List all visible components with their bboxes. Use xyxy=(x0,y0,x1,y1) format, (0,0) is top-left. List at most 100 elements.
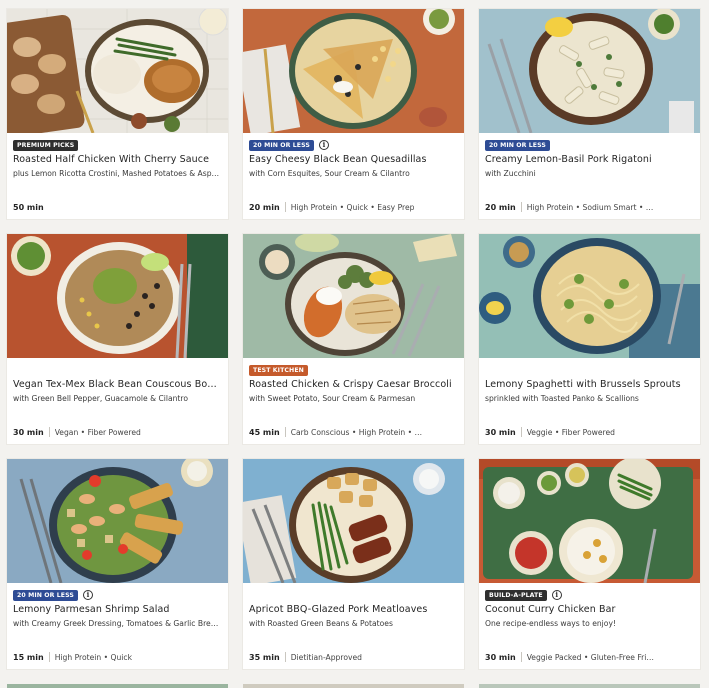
recipe-info[interactable]: BUILD-A-PLATE i Coconut Curry Chicken Ba… xyxy=(479,583,700,669)
recipe-meta: 30 min Veggie • Fiber Powered xyxy=(485,427,694,437)
recipe-badge: TEST KITCHEN xyxy=(249,364,308,376)
cook-time: 30 min xyxy=(13,427,44,437)
cook-time: 35 min xyxy=(249,652,280,662)
recipe-card[interactable]: TEST KITCHEN Roasted Chicken & Crispy Ca… xyxy=(243,234,464,444)
recipe-subtitle: One recipe-endless ways to enjoy! xyxy=(485,619,616,628)
recipe-photo[interactable] xyxy=(7,459,228,583)
recipe-card-partial[interactable] xyxy=(243,684,464,688)
meta-divider xyxy=(520,427,522,437)
meta-divider xyxy=(520,652,522,662)
recipe-tags: High Protein • Quick • Easy Prep xyxy=(290,202,415,212)
recipe-card[interactable]: BUILD-A-PLATE i Coconut Curry Chicken Ba… xyxy=(479,459,700,669)
cook-time: 20 min xyxy=(249,202,280,212)
recipe-subtitle: with Sweet Potato, Sour Cream & Parmesan xyxy=(249,394,416,403)
meta-divider xyxy=(284,202,286,212)
badge-row: BUILD-A-PLATE i xyxy=(485,589,694,601)
recipe-subtitle: with Zucchini xyxy=(485,169,536,178)
recipe-title[interactable]: Lemony Spaghetti with Brussels Sprouts xyxy=(485,379,694,390)
recipe-grid: PREMIUM PICKS Roasted Half Chicken With … xyxy=(0,0,709,688)
recipe-card[interactable]: 20 MIN OR LESS i Easy Cheesy Black Bean … xyxy=(243,9,464,219)
recipe-subtitle: with Green Bell Pepper, Guacamole & Cila… xyxy=(13,394,189,403)
cook-time: 45 min xyxy=(249,427,280,437)
cook-time: 30 min xyxy=(485,427,516,437)
recipe-info[interactable]: PREMIUM PICKS Roasted Half Chicken With … xyxy=(7,133,228,219)
recipe-card[interactable]: Apricot BBQ-Glazed Pork Meatloaves with … xyxy=(243,459,464,669)
badge-row xyxy=(485,364,694,376)
recipe-badge: 20 MIN OR LESS xyxy=(13,589,78,601)
badge-row: TEST KITCHEN xyxy=(249,364,458,376)
recipe-badge: 20 MIN OR LESS xyxy=(485,139,550,151)
recipe-info[interactable]: TEST KITCHEN Roasted Chicken & Crispy Ca… xyxy=(243,358,464,444)
cook-time: 50 min xyxy=(13,203,44,212)
recipe-title[interactable]: Roasted Chicken & Crispy Caesar Broccoli xyxy=(249,379,458,390)
recipe-subtitle: sprinkled with Toasted Panko & Scallions xyxy=(485,394,639,403)
meta-divider xyxy=(48,427,50,437)
recipe-tags: Dietitian-Approved xyxy=(290,652,362,662)
recipe-subtitle: with Creamy Greek Dressing, Tomatoes & G… xyxy=(13,619,219,628)
recipe-tags: Veggie Packed • Gluten-Free Fri… xyxy=(526,652,654,662)
recipe-tags: Carb Conscious • High Protein • … xyxy=(290,427,423,437)
meta-divider xyxy=(48,652,50,662)
recipe-meta: 15 min High Protein • Quick xyxy=(13,652,222,662)
recipe-meta: 50 min xyxy=(13,203,222,212)
recipe-title[interactable]: Roasted Half Chicken With Cherry Sauce xyxy=(13,154,222,165)
recipe-meta: 20 min High Protein • Quick • Easy Prep xyxy=(249,202,458,212)
recipe-tags: Vegan • Fiber Powered xyxy=(54,427,141,437)
recipe-title[interactable]: Coconut Curry Chicken Bar xyxy=(485,604,694,615)
badge-row: PREMIUM PICKS xyxy=(13,139,222,151)
recipe-meta: 45 min Carb Conscious • High Protein • … xyxy=(249,427,458,437)
info-icon[interactable]: i xyxy=(82,590,93,600)
info-icon[interactable]: i xyxy=(551,590,562,600)
recipe-info[interactable]: 20 MIN OR LESS i Easy Cheesy Black Bean … xyxy=(243,133,464,219)
recipe-subtitle: with Roasted Green Beans & Potatoes xyxy=(249,619,393,628)
recipe-photo[interactable] xyxy=(479,9,700,133)
recipe-card[interactable]: 20 MIN OR LESS i Lemony Parmesan Shrimp … xyxy=(7,459,228,669)
recipe-photo[interactable] xyxy=(7,9,228,133)
recipe-photo[interactable] xyxy=(243,459,464,583)
recipe-badge: PREMIUM PICKS xyxy=(13,139,79,151)
recipe-tags: Veggie • Fiber Powered xyxy=(526,427,615,437)
badge-row: 20 MIN OR LESS i xyxy=(249,139,458,151)
recipe-card[interactable]: Vegan Tex-Mex Black Bean Couscous Bo… wi… xyxy=(7,234,228,444)
recipe-title[interactable]: Easy Cheesy Black Bean Quesadillas xyxy=(249,154,458,165)
badge-row: 20 MIN OR LESS i xyxy=(13,589,222,601)
recipe-tags: High Protein • Sodium Smart • … xyxy=(526,202,654,212)
recipe-subtitle: with Corn Esquites, Sour Cream & Cilantr… xyxy=(249,169,410,178)
recipe-card[interactable]: 20 MIN OR LESS Creamy Lemon-Basil Pork R… xyxy=(479,9,700,219)
recipe-card[interactable]: Lemony Spaghetti with Brussels Sprouts s… xyxy=(479,234,700,444)
recipe-tags: High Protein • Quick xyxy=(54,652,132,662)
recipe-photo[interactable] xyxy=(243,9,464,133)
recipe-card[interactable]: PREMIUM PICKS Roasted Half Chicken With … xyxy=(7,9,228,219)
badge-row: 20 MIN OR LESS xyxy=(485,139,694,151)
recipe-card-partial[interactable] xyxy=(479,684,700,688)
cook-time: 15 min xyxy=(13,652,44,662)
recipe-info[interactable]: Vegan Tex-Mex Black Bean Couscous Bo… wi… xyxy=(7,358,228,444)
recipe-title[interactable]: Lemony Parmesan Shrimp Salad xyxy=(13,604,222,615)
recipe-title[interactable]: Apricot BBQ-Glazed Pork Meatloaves xyxy=(249,604,458,615)
recipe-info[interactable]: Lemony Spaghetti with Brussels Sprouts s… xyxy=(479,358,700,444)
recipe-badge: BUILD-A-PLATE xyxy=(485,589,547,601)
cook-time: 20 min xyxy=(485,202,516,212)
recipe-card-partial[interactable] xyxy=(7,684,228,688)
recipe-photo[interactable] xyxy=(7,234,228,358)
recipe-meta: 30 min Vegan • Fiber Powered xyxy=(13,427,222,437)
recipe-photo[interactable] xyxy=(479,459,700,583)
meta-divider xyxy=(284,652,286,662)
recipe-info[interactable]: 20 MIN OR LESS Creamy Lemon-Basil Pork R… xyxy=(479,133,700,219)
recipe-info[interactable]: Apricot BBQ-Glazed Pork Meatloaves with … xyxy=(243,583,464,669)
cook-time: 30 min xyxy=(485,652,516,662)
recipe-photo[interactable] xyxy=(479,234,700,358)
badge-row xyxy=(13,364,222,376)
recipe-subtitle: plus Lemon Ricotta Crostini, Mashed Pota… xyxy=(13,169,220,178)
recipe-title[interactable]: Creamy Lemon-Basil Pork Rigatoni xyxy=(485,154,694,165)
recipe-title[interactable]: Vegan Tex-Mex Black Bean Couscous Bo… xyxy=(13,379,222,390)
recipe-photo[interactable] xyxy=(243,234,464,358)
badge-row xyxy=(249,589,458,601)
recipe-badge: 20 MIN OR LESS xyxy=(249,139,314,151)
recipe-info[interactable]: 20 MIN OR LESS i Lemony Parmesan Shrimp … xyxy=(7,583,228,669)
info-icon[interactable]: i xyxy=(318,140,329,150)
recipe-meta: 35 min Dietitian-Approved xyxy=(249,652,458,662)
recipe-meta: 30 min Veggie Packed • Gluten-Free Fri… xyxy=(485,652,694,662)
meta-divider xyxy=(520,202,522,212)
meta-divider xyxy=(284,427,286,437)
